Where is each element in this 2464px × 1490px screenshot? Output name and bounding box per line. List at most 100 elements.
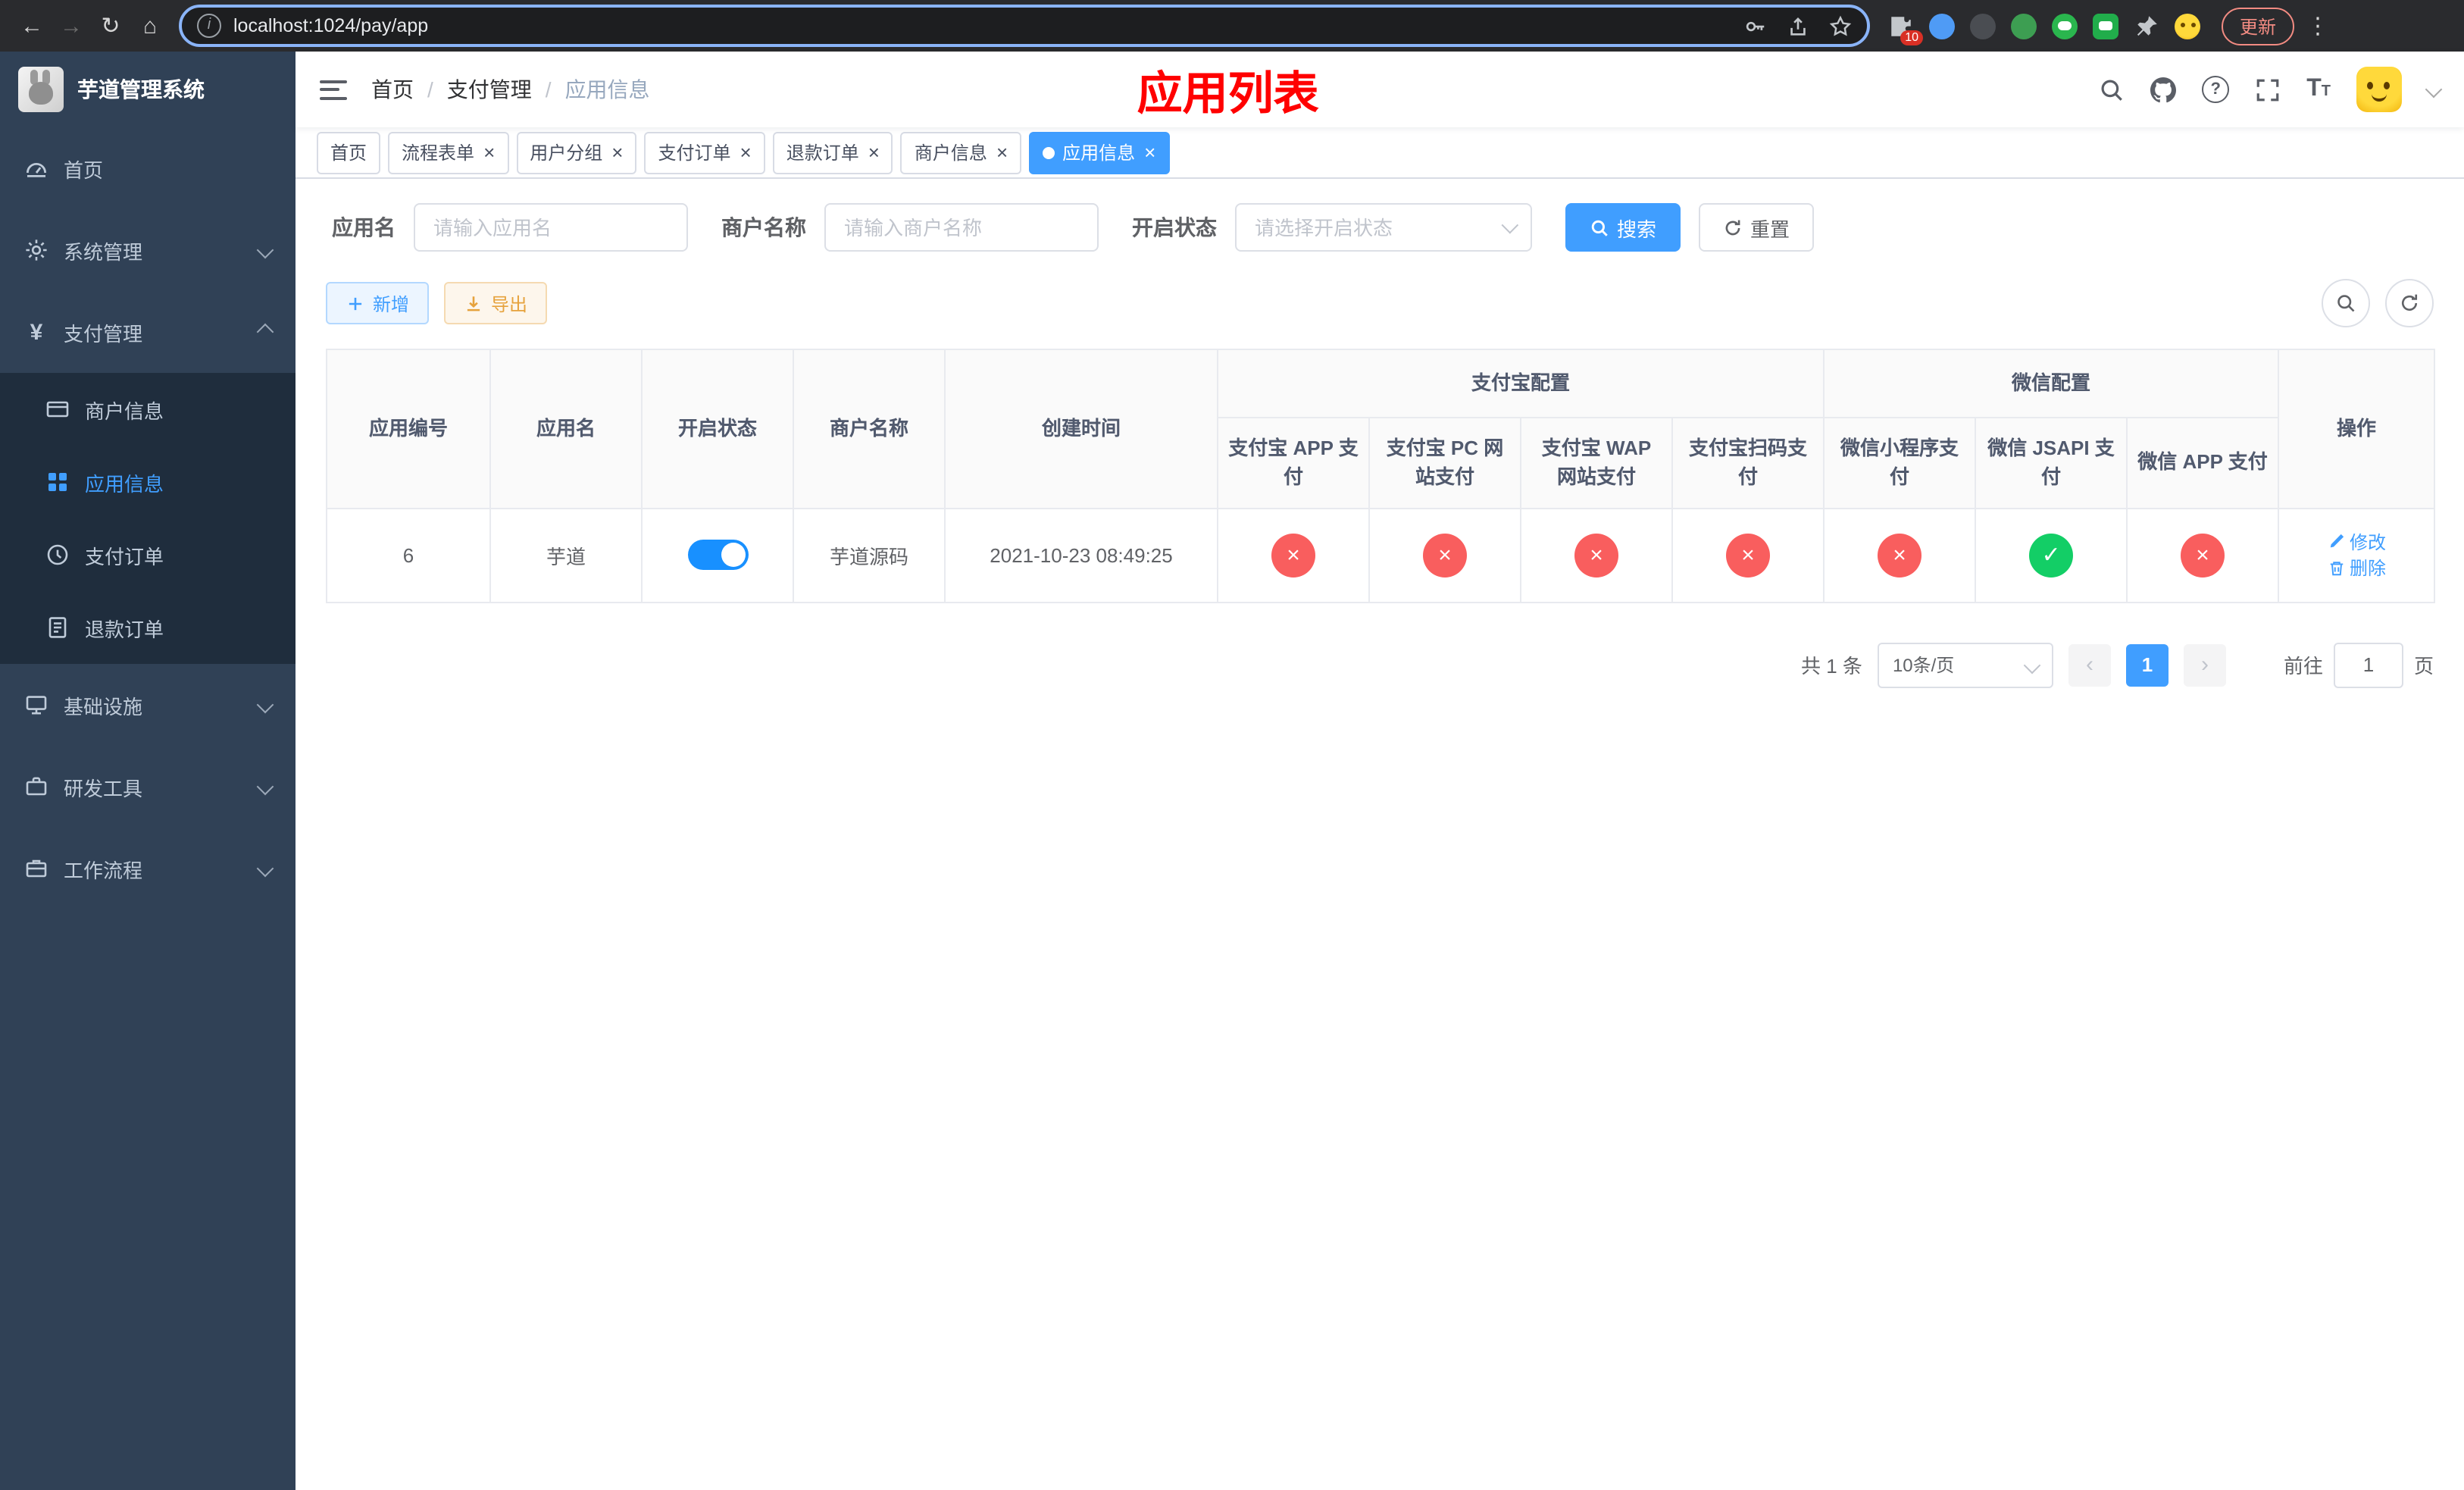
app-title: 芋道管理系统 <box>77 77 205 102</box>
logo-image <box>18 67 64 112</box>
tab-process-form[interactable]: 流程表单 × <box>388 131 509 174</box>
col-app-id: 应用编号 <box>326 349 491 509</box>
sidebar-item-merchant-info[interactable]: 商户信息 <box>0 373 295 446</box>
extensions-puzzle-icon[interactable]: 10 <box>1888 13 1923 45</box>
extension-blue-icon[interactable] <box>1929 13 1955 39</box>
toggle-search-button[interactable] <box>2322 279 2370 327</box>
merchant-name-input[interactable] <box>824 203 1099 252</box>
extension-dark-icon[interactable] <box>1970 13 1996 39</box>
app-name-input[interactable] <box>414 203 688 252</box>
tab-pay-orders[interactable]: 支付订单 × <box>644 131 765 174</box>
tab-app-info[interactable]: 应用信息 × <box>1029 131 1170 174</box>
bookmark-star-icon[interactable] <box>1829 14 1852 37</box>
sidebar-item-workflow[interactable]: 工作流程 <box>0 828 295 909</box>
close-icon[interactable]: × <box>611 142 623 162</box>
sidebar-item-home[interactable]: 首页 <box>0 127 295 209</box>
sidebar-item-dev-tools[interactable]: 研发工具 <box>0 746 295 828</box>
download-icon <box>467 296 480 311</box>
browser-update-button[interactable]: 更新 <box>2222 7 2295 45</box>
sidebar-item-infrastructure[interactable]: 基础设施 <box>0 664 295 746</box>
alipay-app-status-icon: × <box>1271 533 1315 577</box>
github-icon[interactable] <box>2150 77 2177 102</box>
sidebar-item-label: 应用信息 <box>85 472 164 495</box>
user-avatar[interactable] <box>2356 67 2402 112</box>
site-info-icon[interactable]: i <box>197 14 221 38</box>
pagination-total: 共 1 条 <box>1801 655 1862 678</box>
extension-avatar-icon[interactable] <box>2011 13 2037 39</box>
delete-link[interactable]: 删除 <box>2327 555 2386 581</box>
extension-pin-icon[interactable] <box>2134 13 2159 39</box>
close-icon[interactable]: × <box>740 142 752 162</box>
address-bar[interactable]: i localhost:1024/pay/app <box>179 5 1870 47</box>
browser-forward-button[interactable]: → <box>52 6 91 45</box>
screen: ← → ↻ ⌂ i localhost:1024/pay/app 10 更新 ⋮… <box>0 0 2464 1490</box>
alipay-scan-status-icon: × <box>1726 533 1770 577</box>
status-select[interactable] <box>1235 203 1532 252</box>
extension-emoji-icon[interactable] <box>2175 13 2200 39</box>
font-size-icon[interactable]: TT <box>2306 77 2331 102</box>
browser-reload-button[interactable]: ↻ <box>91 6 130 45</box>
card-icon <box>46 401 69 418</box>
tab-refund-orders[interactable]: 退款订单 × <box>772 131 893 174</box>
refresh-icon <box>2402 294 2418 311</box>
active-tab-dot <box>1043 146 1055 158</box>
sidebar-item-label: 支付管理 <box>64 322 143 345</box>
breadcrumb-payment[interactable]: 支付管理 <box>447 74 532 105</box>
add-button[interactable]: 新增 <box>326 282 430 324</box>
close-icon[interactable]: × <box>1144 142 1155 162</box>
plus-icon <box>349 296 362 310</box>
breadcrumb-home[interactable]: 首页 <box>371 74 414 105</box>
reset-button[interactable]: 重置 <box>1699 203 1815 252</box>
chevron-down-icon <box>256 696 274 714</box>
cell-app-id: 6 <box>326 507 491 603</box>
col-wx-mini: 微信小程序支付 <box>1823 416 1977 509</box>
filter-form: 应用名 商户名称 开启状态 搜索 重置 <box>326 203 2434 252</box>
sidebar: 芋道管理系统 首页 系统管理 ¥ 支付管理 商户信息 应用信息 支付订单 退款订… <box>0 52 295 1490</box>
sidebar-item-label: 基础设施 <box>64 695 143 718</box>
prev-page-button[interactable]: ‹ <box>2068 643 2111 686</box>
browser-home-button[interactable]: ⌂ <box>130 6 170 45</box>
sidebar-item-system[interactable]: 系统管理 <box>0 209 295 291</box>
edit-link[interactable]: 修改 <box>2327 528 2386 554</box>
extension-wechat-icon[interactable] <box>2052 13 2078 39</box>
tab-user-group[interactable]: 用户分组 × <box>516 131 637 174</box>
page-size-select[interactable]: 10条/页 <box>1877 642 2053 687</box>
search-icon <box>2337 295 2355 312</box>
browser-extensions: 10 <box>1888 13 2200 45</box>
export-button[interactable]: 导出 <box>444 282 548 324</box>
sidebar-item-app-info[interactable]: 应用信息 <box>0 446 295 518</box>
col-alipay-wap: 支付宝 WAP 网站支付 <box>1520 416 1673 509</box>
search-icon[interactable] <box>2099 77 2125 102</box>
sidebar-item-label: 支付订单 <box>85 545 164 568</box>
app-name-label: 应用名 <box>332 215 396 239</box>
cell-app-name: 芋道 <box>489 507 643 603</box>
sidebar-toggle-icon[interactable] <box>320 80 347 99</box>
fullscreen-icon[interactable] <box>2255 77 2281 102</box>
status-toggle[interactable] <box>687 540 748 570</box>
password-key-icon[interactable] <box>1744 14 1767 37</box>
close-icon[interactable]: × <box>483 142 495 162</box>
col-created: 创建时间 <box>944 349 1218 509</box>
avatar-caret-icon[interactable] <box>2425 80 2443 99</box>
breadcrumb-current: 应用信息 <box>564 77 650 102</box>
close-icon[interactable]: × <box>996 142 1008 162</box>
page-1-button[interactable]: 1 <box>2125 643 2169 686</box>
help-icon[interactable]: ? <box>2202 76 2230 103</box>
wx-jsapi-status-icon: ✓ <box>2029 533 2074 577</box>
sidebar-item-pay-orders[interactable]: 支付订单 <box>0 518 295 591</box>
next-page-button[interactable]: › <box>2183 643 2226 686</box>
browser-menu-icon[interactable]: ⋮ <box>2306 12 2329 39</box>
cell-created: 2021-10-23 08:49:25 <box>944 507 1218 603</box>
extensions-badge: 10 <box>1900 30 1923 45</box>
sidebar-item-refund-orders[interactable]: 退款订单 <box>0 591 295 664</box>
tab-merchant-info[interactable]: 商户信息 × <box>900 131 1022 174</box>
sidebar-item-payment[interactable]: ¥ 支付管理 <box>0 291 295 373</box>
close-icon[interactable]: × <box>868 142 880 162</box>
refresh-table-button[interactable] <box>2385 279 2434 327</box>
browser-back-button[interactable]: ← <box>12 6 52 45</box>
extension-chat-icon[interactable] <box>2093 13 2118 39</box>
goto-page-input[interactable] <box>2333 642 2403 687</box>
tab-home[interactable]: 首页 <box>317 131 381 174</box>
share-icon[interactable] <box>1787 14 1809 37</box>
search-button[interactable]: 搜索 <box>1565 203 1681 252</box>
